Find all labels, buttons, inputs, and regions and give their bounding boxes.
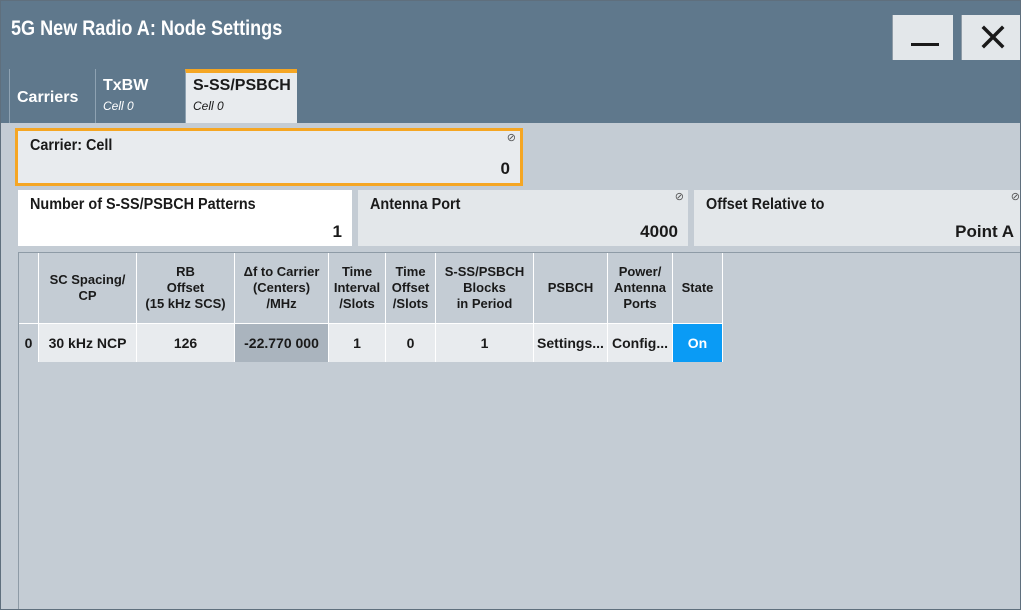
row-index: 0	[19, 323, 39, 362]
antenna-port-field: Antenna Port ⊘ 4000	[358, 190, 688, 246]
num-patterns-field[interactable]: Number of S-SS/PSBCH Patterns 1	[18, 190, 352, 246]
header-blocks-in-period: S-SS/PSBCH Blocks in Period	[436, 253, 534, 323]
cell-sc-spacing[interactable]: 30 kHz NCP	[39, 323, 137, 362]
tab-sublabel: Cell 0	[103, 99, 134, 113]
header-index	[19, 253, 39, 323]
antenna-port-label: Antenna Port	[370, 196, 461, 213]
header-rb-offset: RB Offset (15 kHz SCS)	[137, 253, 235, 323]
header-time-offset: Time Offset /Slots	[386, 253, 436, 323]
readonly-icon: ⊘	[506, 132, 516, 144]
cell-time-interval[interactable]: 1	[329, 323, 386, 362]
header-delta-f: Δf to Carrier (Centers) /MHz	[235, 253, 329, 323]
cell-rb-offset[interactable]: 126	[137, 323, 235, 362]
offset-relative-field: Offset Relative to ⊘ Point A	[694, 190, 1020, 246]
tab-label: S-SS/PSBCH	[193, 77, 291, 94]
readonly-icon: ⊘	[674, 191, 684, 203]
tab-label: Carriers	[17, 89, 79, 106]
ssb-table: SC Spacing/ CP RB Offset (15 kHz SCS) Δf…	[18, 252, 1020, 609]
offset-relative-label: Offset Relative to	[706, 196, 825, 213]
carrier-cell-label: Carrier: Cell	[30, 137, 113, 154]
cell-delta-f: -22.770 000	[235, 323, 329, 362]
dialog-title: 5G New Radio A: Node Settings	[11, 17, 283, 40]
tab-txbw[interactable]: TxBW Cell 0	[95, 69, 185, 123]
header-state: State	[673, 253, 723, 323]
power-config-button[interactable]: Config...	[608, 323, 673, 362]
tab-label: TxBW	[103, 77, 149, 94]
carrier-cell-field[interactable]: Carrier: Cell ⊘ 0	[15, 128, 523, 186]
num-patterns-label: Number of S-SS/PSBCH Patterns	[30, 196, 256, 213]
cell-blocks-in-period[interactable]: 1	[436, 323, 534, 362]
header-sc-spacing: SC Spacing/ CP	[39, 253, 137, 323]
tab-sublabel: Cell 0	[193, 99, 224, 113]
state-toggle[interactable]: On	[673, 323, 723, 362]
minimize-button[interactable]	[892, 15, 953, 60]
header-power-antenna: Power/ Antenna Ports	[608, 253, 673, 323]
minimize-icon	[911, 43, 939, 46]
tab-carriers[interactable]: Carriers	[9, 69, 95, 123]
antenna-port-value: 4000	[640, 222, 678, 241]
offset-relative-value: Point A	[955, 222, 1014, 241]
header-time-interval: Time Interval /Slots	[329, 253, 386, 323]
psbch-settings-button[interactable]: Settings...	[534, 323, 608, 362]
close-icon	[981, 25, 1005, 49]
tab-s-ss-psbch[interactable]: S-SS/PSBCH Cell 0	[185, 69, 297, 123]
tab-bar: Carriers TxBW Cell 0 S-SS/PSBCH Cell 0	[1, 61, 1020, 123]
num-patterns-value: 1	[332, 222, 342, 241]
node-settings-dialog: 5G New Radio A: Node Settings Carriers T…	[0, 0, 1021, 610]
cell-time-offset[interactable]: 0	[386, 323, 436, 362]
title-bar: 5G New Radio A: Node Settings	[1, 1, 1020, 61]
readonly-icon: ⊘	[1010, 191, 1020, 203]
carrier-cell-value: 0	[500, 159, 510, 178]
close-button[interactable]	[961, 15, 1020, 60]
header-psbch: PSBCH	[534, 253, 608, 323]
